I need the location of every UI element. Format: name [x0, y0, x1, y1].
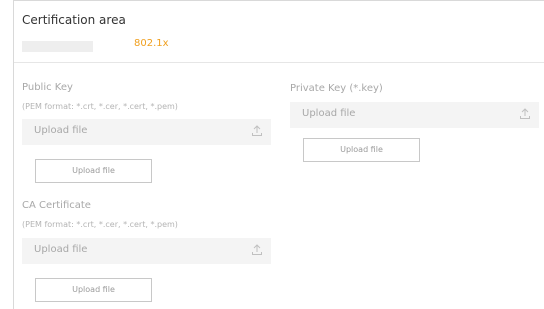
ca-certificate-label: CA Certificate: [22, 200, 91, 211]
private-key-file-input[interactable]: Upload file: [290, 102, 539, 128]
upload-icon[interactable]: [251, 125, 263, 137]
private-key-label: Private Key (*.key): [290, 83, 383, 94]
certification-header: Certification area 802.1x: [14, 1, 544, 63]
tab-802-1x[interactable]: 802.1x: [134, 38, 169, 49]
ca-certificate-hint: (PEM format: *.crt, *.cer, *.cert, *.pem…: [22, 220, 178, 229]
certification-panel: Certification area 802.1x Public Key (PE…: [13, 0, 544, 309]
public-key-placeholder: Upload file: [34, 125, 88, 136]
private-key-upload-button[interactable]: Upload file: [303, 138, 420, 162]
public-key-label: Public Key: [22, 82, 73, 93]
upload-icon[interactable]: [519, 108, 531, 120]
ca-certificate-file-input[interactable]: Upload file: [22, 238, 271, 264]
public-key-hint: (PEM format: *.crt, *.cer, *.cert, *.pem…: [22, 102, 178, 111]
public-key-file-input[interactable]: Upload file: [22, 119, 271, 145]
public-key-upload-button[interactable]: Upload file: [35, 159, 152, 183]
ca-certificate-placeholder: Upload file: [34, 244, 88, 255]
section-title: Certification area: [22, 13, 126, 27]
ca-certificate-upload-button[interactable]: Upload file: [35, 278, 152, 302]
private-key-placeholder: Upload file: [302, 108, 356, 119]
tab-placeholder[interactable]: [22, 41, 93, 52]
upload-icon[interactable]: [251, 244, 263, 256]
